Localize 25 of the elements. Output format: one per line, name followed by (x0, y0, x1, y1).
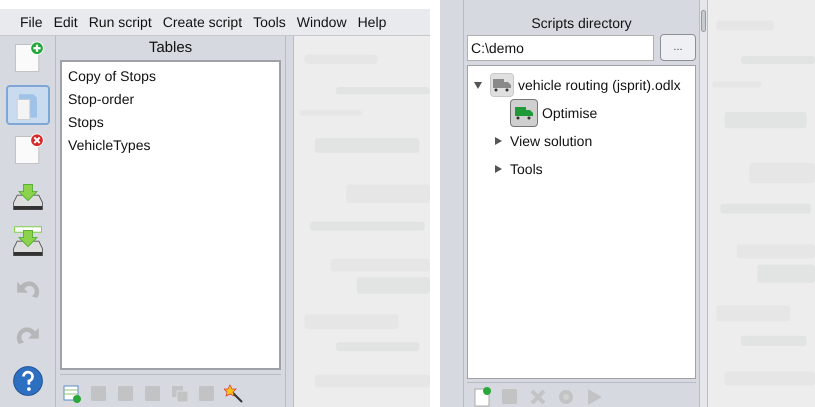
truck-icon (515, 106, 533, 120)
menu-item[interactable]: Create script (162, 12, 242, 32)
add-table-icon[interactable] (62, 384, 82, 404)
menu-item[interactable]: Tools (253, 12, 286, 32)
list-item[interactable]: Stop-order (68, 88, 273, 111)
tree-item[interactable]: View solution (510, 130, 592, 152)
path-field[interactable]: C:\demo (467, 34, 654, 60)
truck-icon (493, 78, 511, 92)
menu-item[interactable]: File (20, 12, 43, 32)
tree-item[interactable]: Optimise (542, 102, 598, 124)
tree-item[interactable]: Tools (510, 158, 543, 180)
tree-item[interactable]: vehicle routing (jsprit).odlx (518, 74, 681, 96)
magic-wand-icon[interactable] (224, 384, 244, 404)
menu-item[interactable]: Window (296, 12, 347, 32)
panel-title: Scripts directory (530, 14, 633, 33)
menu-item[interactable]: Run script (88, 12, 152, 32)
menu-item[interactable]: Edit (54, 12, 78, 32)
list-item[interactable]: VehicleTypes (68, 134, 273, 157)
panel-title: Tables (148, 38, 194, 58)
optimise-icon[interactable] (510, 99, 538, 127)
list-item[interactable]: Stops (68, 111, 273, 134)
list-item[interactable]: Copy of Stops (68, 65, 273, 88)
menu-item[interactable]: Help (358, 12, 386, 32)
browse-button[interactable]: ... (660, 34, 696, 61)
new-file-icon[interactable] (472, 387, 492, 407)
